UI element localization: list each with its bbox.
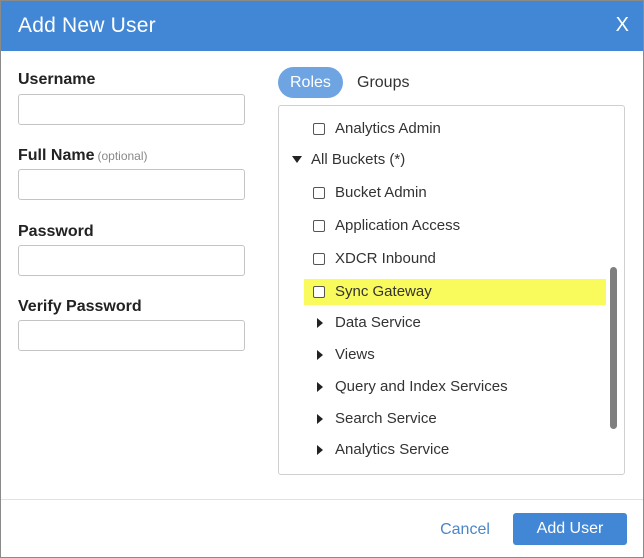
add-user-button[interactable]: Add User bbox=[513, 513, 627, 545]
role-label: Analytics Admin bbox=[335, 120, 441, 137]
tab-groups[interactable]: Groups bbox=[345, 67, 421, 98]
optional-hint: (optional) bbox=[97, 149, 148, 163]
role-group-label: Search Service bbox=[335, 410, 437, 427]
checkbox[interactable] bbox=[313, 220, 325, 232]
caret-down-icon[interactable] bbox=[292, 156, 302, 163]
role-group-label: Query and Index Services bbox=[335, 378, 508, 395]
caret-right-icon[interactable] bbox=[317, 318, 323, 328]
role-label: XDCR Inbound bbox=[335, 250, 436, 267]
verify-label-text: Verify Password bbox=[18, 298, 142, 315]
role-group-all-buckets[interactable]: All Buckets (*) bbox=[279, 147, 624, 173]
checkbox[interactable] bbox=[313, 123, 325, 135]
fullname-label-text: Full Name bbox=[18, 147, 95, 164]
username-label: Username bbox=[18, 71, 95, 89]
role-group-label: All Buckets (*) bbox=[311, 151, 406, 168]
role-item-sync-gateway[interactable]: Sync Gateway bbox=[304, 279, 606, 305]
role-group-label: Views bbox=[335, 346, 375, 363]
role-item-bucket-admin[interactable]: Bucket Admin bbox=[279, 180, 624, 206]
role-item-application-access[interactable]: Application Access bbox=[279, 213, 624, 239]
username-label-text: Username bbox=[18, 71, 96, 88]
checkbox[interactable] bbox=[313, 187, 325, 199]
role-label: Sync Gateway bbox=[335, 283, 432, 300]
footer-divider bbox=[1, 499, 643, 500]
caret-right-icon[interactable] bbox=[317, 350, 323, 360]
role-item-xdcr-inbound[interactable]: XDCR Inbound bbox=[279, 246, 624, 272]
role-label: Bucket Admin bbox=[335, 184, 427, 201]
roles-list[interactable]: Analytics Admin All Buckets (*) Bucket A… bbox=[278, 105, 625, 475]
role-group-label: Data Service bbox=[335, 314, 421, 331]
dialog-title: Add New User bbox=[18, 14, 156, 37]
verify-password-label: Verify Password bbox=[18, 298, 142, 316]
caret-right-icon[interactable] bbox=[317, 414, 323, 424]
tab-roles[interactable]: Roles bbox=[278, 67, 343, 98]
fullname-input[interactable] bbox=[18, 169, 245, 200]
role-group-data-service[interactable]: Data Service bbox=[279, 310, 624, 336]
password-label: Password bbox=[18, 223, 94, 241]
username-input[interactable] bbox=[18, 94, 245, 125]
role-group-query-index[interactable]: Query and Index Services bbox=[279, 374, 624, 400]
caret-right-icon[interactable] bbox=[317, 382, 323, 392]
caret-right-icon[interactable] bbox=[317, 445, 323, 455]
cancel-button[interactable]: Cancel bbox=[433, 514, 497, 545]
roles-scrollbar[interactable] bbox=[610, 267, 617, 429]
role-group-views[interactable]: Views bbox=[279, 342, 624, 368]
checkbox[interactable] bbox=[313, 253, 325, 265]
role-group-search-service[interactable]: Search Service bbox=[279, 406, 624, 432]
checkbox[interactable] bbox=[313, 286, 325, 298]
close-button[interactable]: X bbox=[616, 14, 629, 37]
dialog-titlebar: Add New User X bbox=[1, 1, 643, 51]
verify-password-input[interactable] bbox=[18, 320, 245, 351]
password-label-text: Password bbox=[18, 223, 94, 240]
fullname-label: Full Name (optional) bbox=[18, 147, 148, 165]
role-item-analytics-admin[interactable]: Analytics Admin bbox=[279, 116, 624, 142]
role-group-label: Analytics Service bbox=[335, 441, 450, 458]
role-group-analytics-service[interactable]: Analytics Service bbox=[279, 437, 624, 463]
password-input[interactable] bbox=[18, 245, 245, 276]
add-user-dialog: Add New User X Username Full Name (option… bbox=[0, 0, 644, 558]
role-label: Application Access bbox=[335, 217, 461, 234]
